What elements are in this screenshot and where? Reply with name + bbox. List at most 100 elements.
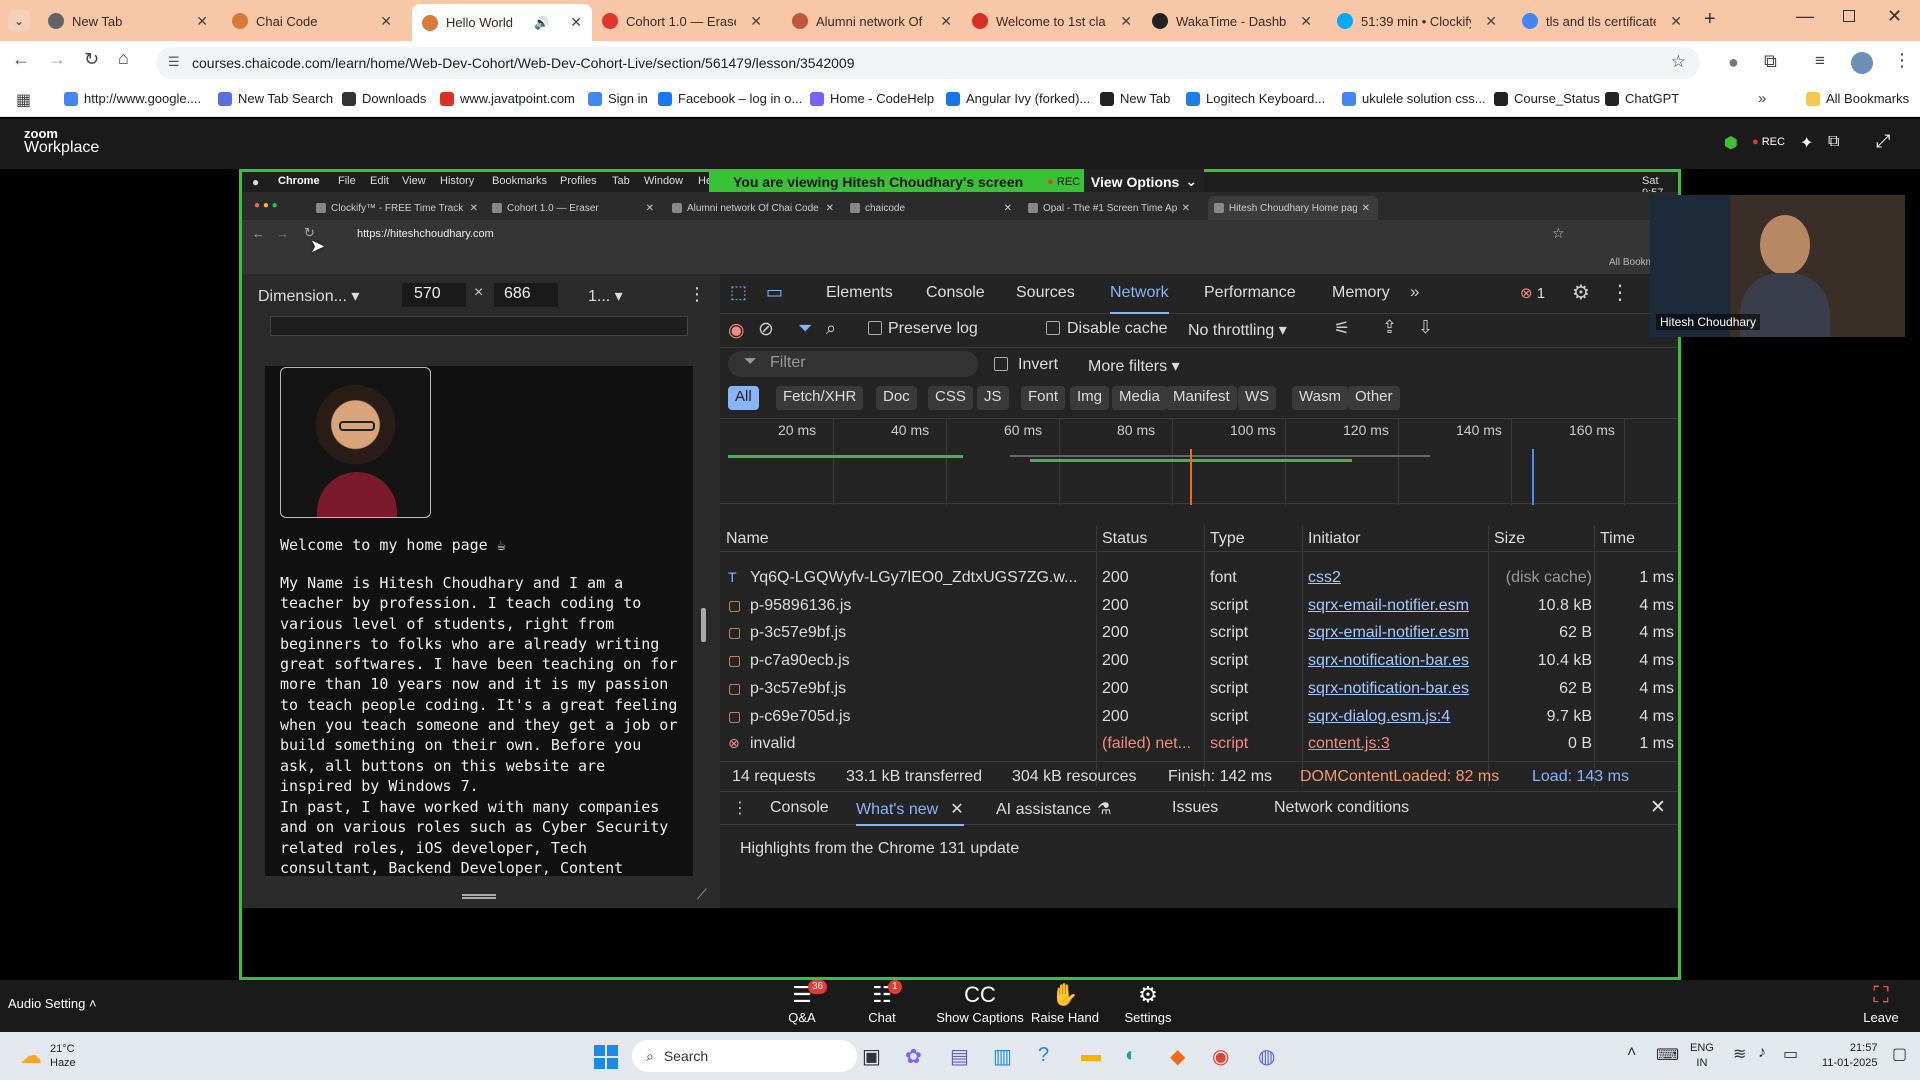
bookmark-item[interactable]: Facebook – log in o... bbox=[658, 91, 802, 106]
tab-close-icon[interactable]: ✕ bbox=[570, 14, 582, 31]
browser-tab[interactable]: Alumni network Of Ch ✕ bbox=[782, 8, 962, 34]
request-row: T Yq6Q-LGQWyfv-LGy7lEO0_ZdtxUGS7ZG.w... 20… bbox=[720, 564, 1678, 592]
tab-close-icon[interactable]: ✕ bbox=[380, 13, 392, 30]
address-bar[interactable]: ☰ courses.chaicode.com/learn/home/Web-De… bbox=[156, 47, 1700, 79]
leave-button[interactable]: ⛶ Leave bbox=[1846, 982, 1916, 1025]
bookmark-item[interactable]: www.javatpoint.com bbox=[440, 91, 575, 106]
bookmark-item[interactable]: Course_Status bbox=[1494, 91, 1600, 106]
url-text: courses.chaicode.com/learn/home/Web-Dev-… bbox=[192, 55, 855, 71]
fullscreen-icon[interactable]: ⤢ bbox=[1876, 131, 1890, 152]
all-bookmarks[interactable]: All Bookmarks bbox=[1806, 91, 1909, 106]
browser-tab[interactable]: 51:39 min • Clockify ✕ bbox=[1327, 8, 1507, 34]
store-icon[interactable]: ▥ bbox=[993, 1044, 1012, 1069]
remote-toolbar: ← → ↻ https://hiteshchoudhary.com ☆ bbox=[242, 220, 1678, 250]
request-initiator: css2 bbox=[1308, 569, 1341, 586]
edge-icon[interactable]: ◐ bbox=[1125, 1044, 1137, 1067]
zoom-control-q-a[interactable]: ☰ 36 Q&A bbox=[762, 980, 842, 1025]
timeline-gridline bbox=[1398, 419, 1399, 505]
site-info-icon[interactable]: ☰ bbox=[168, 54, 180, 70]
bookmark-favicon-icon bbox=[440, 91, 454, 106]
remote-menu-item: Profiles bbox=[560, 175, 597, 187]
filter-input: ⏷ Filter bbox=[728, 351, 978, 377]
browser-tab[interactable]: New Tab ✕ bbox=[38, 8, 218, 34]
corner-resize-icon: ⟋ bbox=[697, 886, 707, 902]
new-tab-button[interactable]: + bbox=[1704, 8, 1716, 31]
bookmark-item[interactable]: Sign in bbox=[588, 91, 648, 106]
extensions-puzzle-icon[interactable]: ⧉ bbox=[1764, 51, 1777, 72]
tray-chevron-icon[interactable]: ˄ bbox=[1627, 1044, 1636, 1062]
start-button[interactable] bbox=[594, 1045, 618, 1069]
minimize-button[interactable]: — bbox=[1796, 6, 1814, 27]
profile-avatar[interactable] bbox=[1851, 52, 1873, 74]
teams-icon[interactable]: ▤ bbox=[950, 1044, 969, 1069]
tab-close-icon[interactable]: ✕ bbox=[1670, 13, 1682, 30]
tab-close-icon[interactable]: ✕ bbox=[940, 13, 952, 30]
help-icon[interactable]: ? bbox=[1038, 1044, 1049, 1067]
copilot-icon[interactable]: ✿ bbox=[905, 1044, 922, 1069]
notifications-icon[interactable]: ▢ bbox=[1892, 1044, 1907, 1064]
task-view-icon[interactable]: ▣ bbox=[862, 1044, 881, 1069]
bookmark-item[interactable]: Angular Ivy (forked)... bbox=[946, 91, 1090, 106]
bookmark-item[interactable]: ukulele solution css... bbox=[1342, 91, 1486, 106]
wifi-icon[interactable]: ≋ bbox=[1733, 1044, 1746, 1064]
bookmark-item[interactable]: New Tab bbox=[1100, 91, 1170, 106]
extension-icon[interactable]: ● bbox=[1728, 52, 1739, 73]
tab-close-icon[interactable]: ✕ bbox=[1485, 13, 1497, 30]
bookmark-star-icon[interactable]: ☆ bbox=[1671, 52, 1686, 72]
browser-menu-icon[interactable]: ⋮ bbox=[1893, 50, 1911, 71]
tab-close-icon[interactable]: ✕ bbox=[196, 13, 208, 30]
close-window-button[interactable]: ✕ bbox=[1887, 6, 1902, 27]
volume-icon[interactable]: ♪ bbox=[1758, 1044, 1766, 1062]
keyboard-icon[interactable]: ⌨ bbox=[1656, 1045, 1679, 1065]
script-file-icon: ▢ bbox=[728, 707, 742, 724]
tab-close-icon[interactable]: ✕ bbox=[750, 13, 762, 30]
browser-tab[interactable]: tls and tls certificates ✕ bbox=[1512, 8, 1692, 34]
zoom-control-show-captions[interactable]: CC Show Captions bbox=[925, 982, 1035, 1025]
tab-label: New Tab bbox=[72, 13, 123, 29]
view-toggle-icon[interactable]: ⧉ bbox=[1828, 133, 1839, 151]
browser-tab[interactable]: WakaTime - Dashboa ✕ bbox=[1142, 8, 1322, 34]
browser-tab[interactable]: Chai Code ✕ bbox=[222, 8, 402, 34]
summary-load: Load: 143 ms bbox=[1532, 768, 1629, 785]
taskbar-search[interactable]: ⌕ Search bbox=[632, 1040, 857, 1072]
home-button[interactable]: ⌂ bbox=[118, 48, 129, 69]
zoom-control-settings[interactable]: ⚙ Settings bbox=[1108, 982, 1188, 1025]
chrome-icon[interactable]: ◉ bbox=[1212, 1044, 1229, 1069]
view-options-button[interactable]: View Options ⌄ bbox=[1084, 169, 1204, 194]
summary-finish: Finish: 142 ms bbox=[1168, 768, 1273, 785]
audio-playing-icon[interactable]: 🔊 bbox=[534, 16, 549, 30]
file-explorer-icon[interactable]: ▬ bbox=[1081, 1044, 1101, 1067]
bookmark-item[interactable]: http://www.google.... bbox=[64, 91, 201, 106]
bookmark-item[interactable]: Home - CodeHelp bbox=[810, 91, 934, 106]
tab-close-icon[interactable]: ✕ bbox=[1120, 13, 1132, 30]
audio-setting-button[interactable]: Audio Setting ˄ bbox=[8, 996, 97, 1011]
forward-button[interactable]: → bbox=[48, 49, 66, 70]
bookmark-item[interactable]: Downloads bbox=[342, 91, 426, 106]
tab-search-button[interactable]: ⌄ bbox=[8, 10, 30, 32]
bookmark-item[interactable]: ChatGPT bbox=[1605, 91, 1679, 106]
browser-tab[interactable]: Welcome to 1st class ✕ bbox=[962, 8, 1142, 34]
reload-button[interactable]: ↻ bbox=[84, 49, 99, 70]
apps-grid-icon[interactable]: ▦ bbox=[16, 90, 31, 110]
tab-favicon-icon bbox=[48, 13, 64, 29]
battery-icon[interactable]: ▭ bbox=[1783, 1044, 1798, 1064]
bookmark-item[interactable]: Logitech Keyboard... bbox=[1186, 91, 1325, 106]
language-indicator[interactable]: ENG IN bbox=[1690, 1041, 1714, 1071]
zoom-control-raise-hand[interactable]: ✋ Raise Hand bbox=[1025, 982, 1105, 1025]
tab-close-icon[interactable]: ✕ bbox=[1300, 13, 1312, 30]
weather-widget[interactable]: ☁ 21°C Haze bbox=[20, 1042, 76, 1070]
browser-tab[interactable]: Cohort 1.0 — Eraser ✕ bbox=[592, 8, 772, 34]
zoom-control-chat[interactable]: ☷ 1 Chat bbox=[842, 980, 922, 1025]
more-bookmarks-chevron-icon[interactable]: » bbox=[1758, 90, 1766, 107]
back-button[interactable]: ← bbox=[12, 49, 30, 70]
bookmark-item[interactable]: New Tab Search bbox=[218, 91, 333, 106]
ai-companion-icon[interactable]: ✦ bbox=[1800, 133, 1813, 153]
browser-tab[interactable]: Hello World 🔊 ✕ bbox=[412, 4, 592, 41]
app-orange-icon[interactable]: ◆ bbox=[1170, 1044, 1185, 1069]
clock[interactable]: 21:57 11-01-2025 bbox=[1822, 1041, 1877, 1071]
download-icon: ⇩ bbox=[1418, 317, 1434, 337]
discord-icon[interactable]: ◍ bbox=[1258, 1044, 1275, 1069]
media-control-icon[interactable]: ≡ bbox=[1815, 51, 1825, 71]
restore-button[interactable] bbox=[1843, 10, 1855, 22]
chevron-down-icon: ⌄ bbox=[1185, 173, 1198, 189]
